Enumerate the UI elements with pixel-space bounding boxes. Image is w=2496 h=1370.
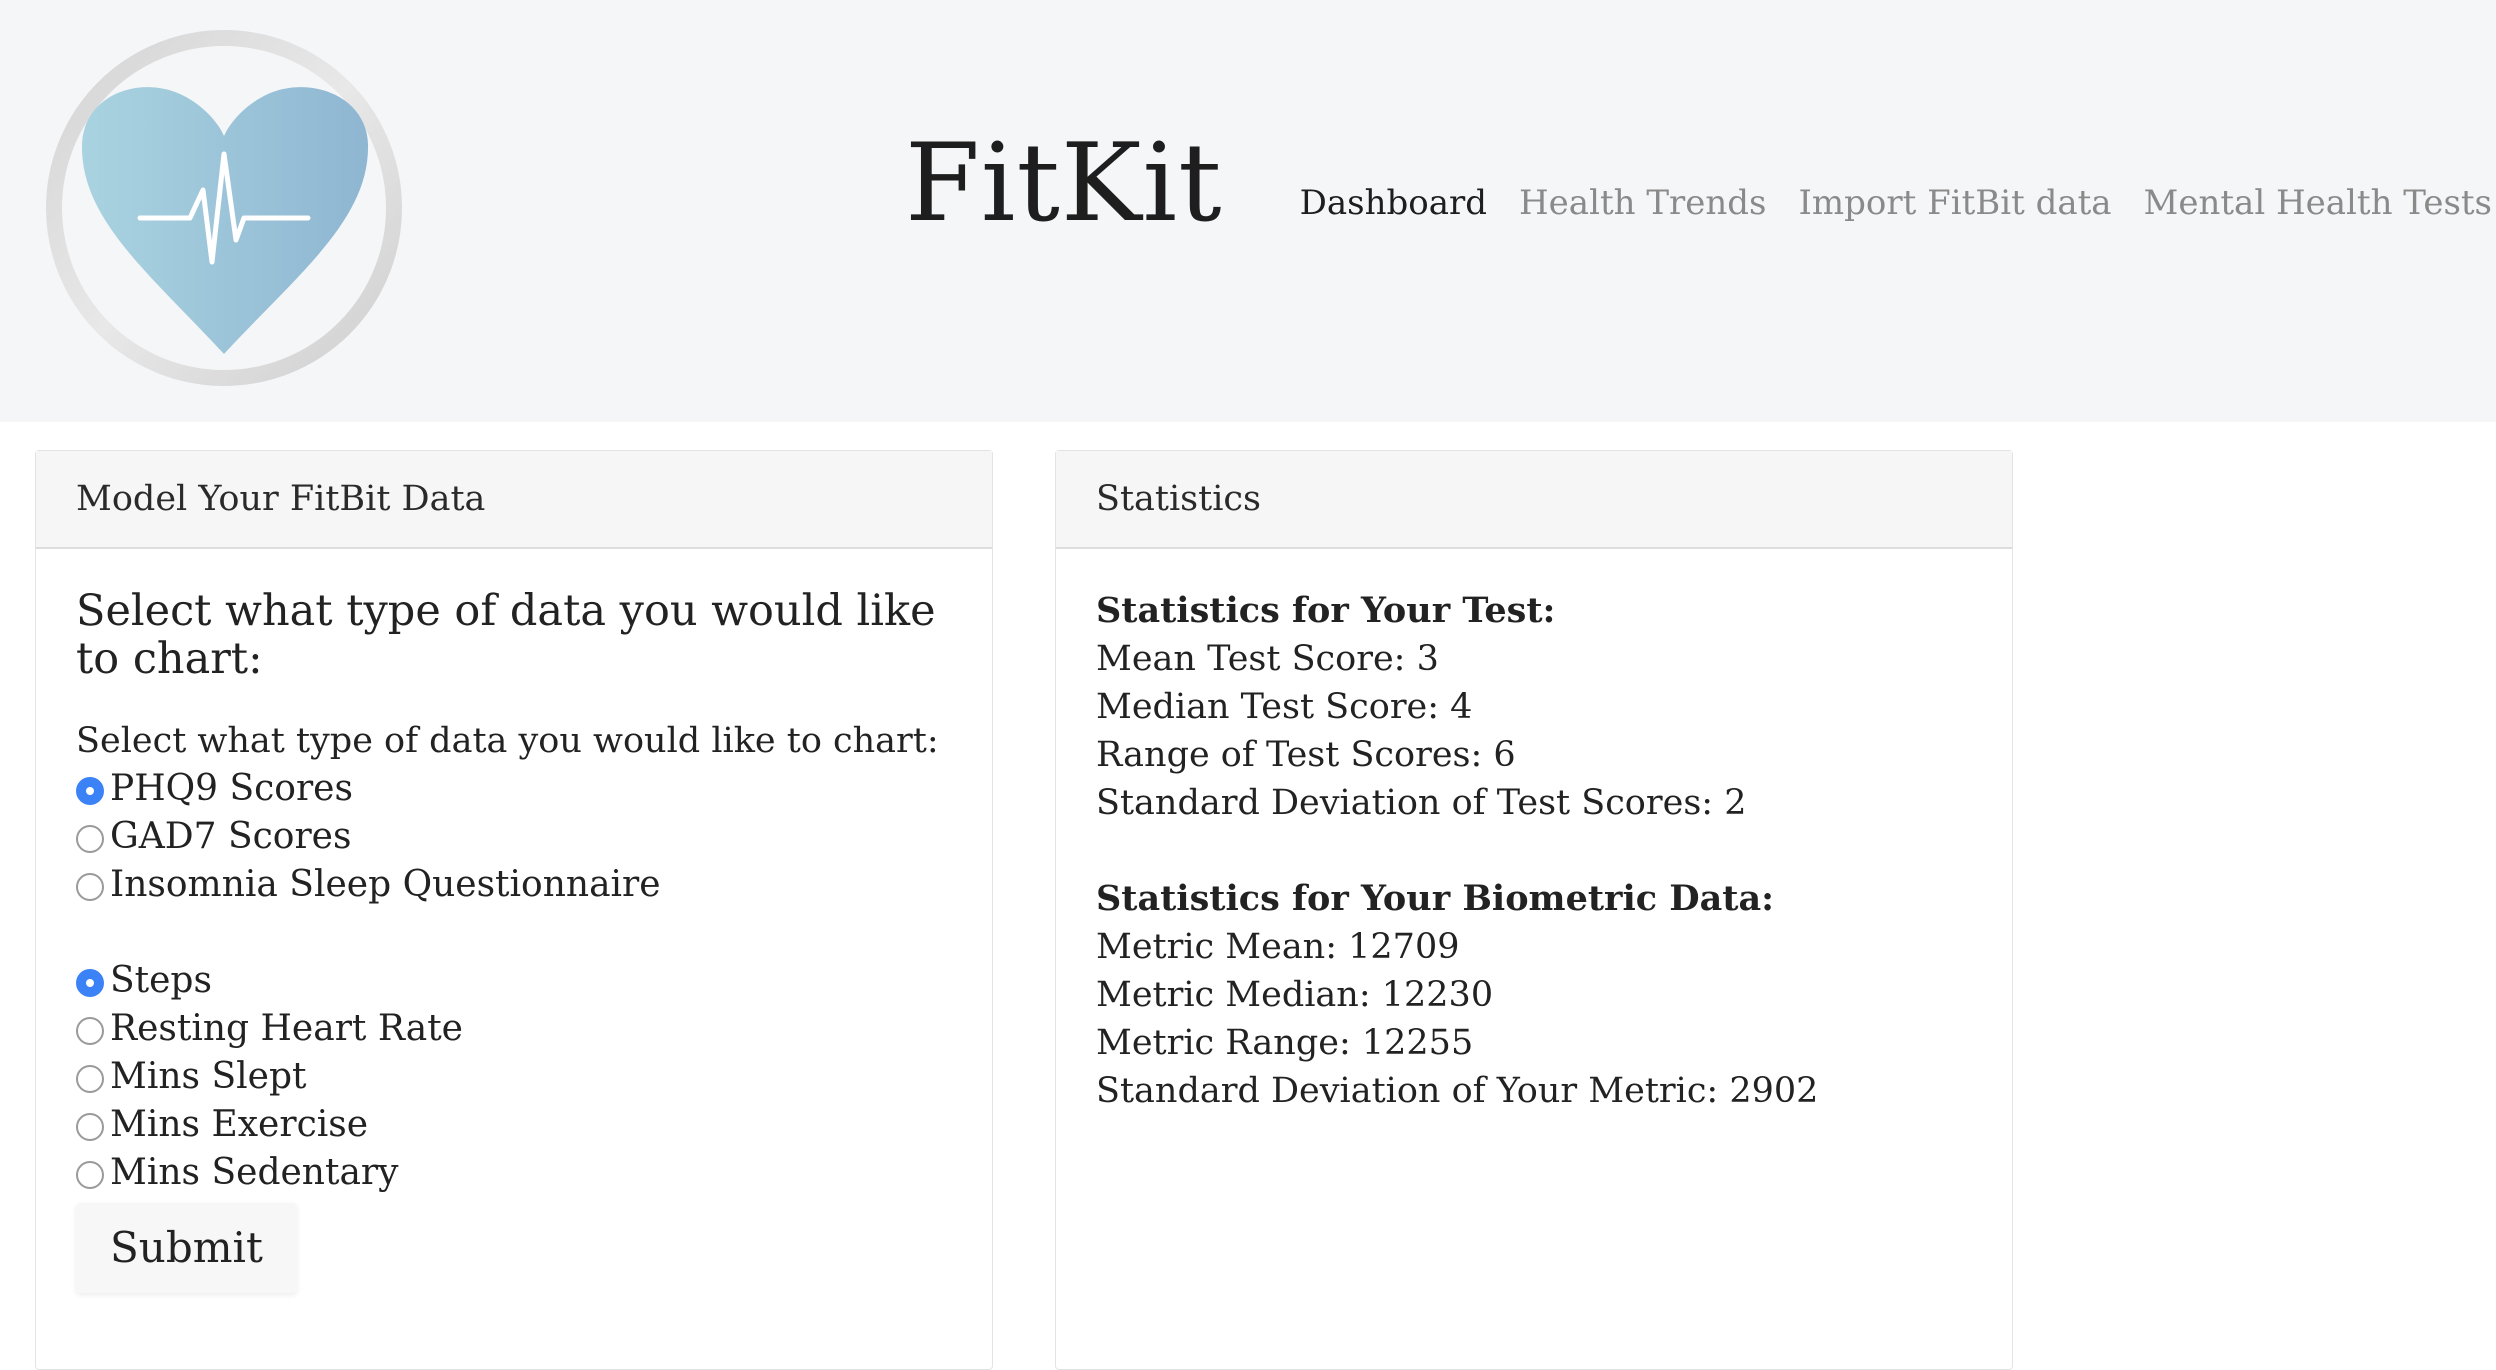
stat-sd-test-scores: Standard Deviation of Test Scores: 2 (1096, 783, 1747, 823)
stat-mean-test-score: Mean Test Score: 3 (1096, 639, 1439, 679)
nav-dashboard[interactable]: Dashboard (1300, 181, 1487, 225)
radio-option-insomnia[interactable]: Insomnia Sleep Questionnaire (76, 861, 952, 909)
bio-stats-title: Statistics for Your Biometric Data: (1096, 878, 1775, 919)
stat-metric-range: Metric Range: 12255 (1096, 1023, 1474, 1063)
stat-metric-sd: Standard Deviation of Your Metric: 2902 (1096, 1071, 1819, 1111)
stat-range-test-scores: Range of Test Scores: 6 (1096, 735, 1516, 775)
biometric-statistics: Statistics for Your Biometric Data: Metr… (1096, 875, 1972, 1115)
radio-label: Mins Sedentary (110, 1152, 399, 1193)
metric-radio-group: Steps Resting Heart Rate Mins Slept Mins… (76, 957, 952, 1197)
form-heading: Select what type of data you would like … (76, 586, 936, 684)
radio-button[interactable] (76, 1017, 104, 1045)
radio-option-gad7[interactable]: GAD7 Scores (76, 813, 952, 861)
panel-heading: Statistics (1056, 451, 2012, 549)
test-radio-group: PHQ9 Scores GAD7 Scores Insomnia Sleep Q… (76, 765, 952, 909)
model-form: Select what type of data you would like … (36, 587, 992, 1293)
radio-option-phq9[interactable]: PHQ9 Scores (76, 765, 952, 813)
form-label: Select what type of data you would like … (76, 721, 939, 761)
radio-button[interactable] (76, 1161, 104, 1189)
radio-button-checked[interactable] (76, 777, 104, 805)
radio-button[interactable] (76, 825, 104, 853)
test-stats-title: Statistics for Your Test: (1096, 590, 1556, 631)
radio-label: Insomnia Sleep Questionnaire (110, 864, 661, 905)
radio-label: Resting Heart Rate (110, 1008, 463, 1049)
radio-label: Mins Slept (110, 1056, 307, 1097)
heart-pulse-logo[interactable] (40, 24, 408, 392)
radio-label: Steps (110, 960, 212, 1001)
radio-option-mins-sedentary[interactable]: Mins Sedentary (76, 1149, 952, 1197)
radio-option-resting-heart-rate[interactable]: Resting Heart Rate (76, 1005, 952, 1053)
submit-button[interactable]: Submit (76, 1203, 297, 1293)
stat-median-test-score: Median Test Score: 4 (1096, 687, 1473, 727)
nav-import-fitbit-data[interactable]: Import FitBit data (1798, 181, 2111, 225)
radio-option-mins-exercise[interactable]: Mins Exercise (76, 1101, 952, 1149)
model-data-panel: Model Your FitBit Data Select what type … (35, 450, 993, 1370)
radio-label: GAD7 Scores (110, 816, 352, 857)
statistics-body: Statistics for Your Test: Mean Test Scor… (1056, 587, 2012, 1115)
stat-metric-median: Metric Median: 12230 (1096, 975, 1494, 1015)
nav-mental-health-tests[interactable]: Mental Health Tests (2144, 181, 2492, 225)
main-nav: Dashboard Health Trends Import FitBit da… (1300, 181, 2492, 225)
statistics-panel: Statistics Statistics for Your Test: Mea… (1055, 450, 2013, 1370)
radio-button[interactable] (76, 1065, 104, 1093)
site-title: FitKit (905, 121, 1223, 246)
radio-option-mins-slept[interactable]: Mins Slept (76, 1053, 952, 1101)
nav-health-trends[interactable]: Health Trends (1519, 181, 1766, 225)
radio-button-checked[interactable] (76, 969, 104, 997)
radio-label: PHQ9 Scores (110, 768, 353, 809)
radio-button[interactable] (76, 873, 104, 901)
site-header: FitKit Dashboard Health Trends Import Fi… (0, 0, 2496, 422)
radio-label: Mins Exercise (110, 1104, 369, 1145)
radio-button[interactable] (76, 1113, 104, 1141)
panel-heading: Model Your FitBit Data (36, 451, 992, 549)
radio-option-steps[interactable]: Steps (76, 957, 952, 1005)
stat-metric-mean: Metric Mean: 12709 (1096, 927, 1460, 967)
heart-icon (46, 30, 402, 386)
test-statistics: Statistics for Your Test: Mean Test Scor… (1096, 587, 1972, 827)
